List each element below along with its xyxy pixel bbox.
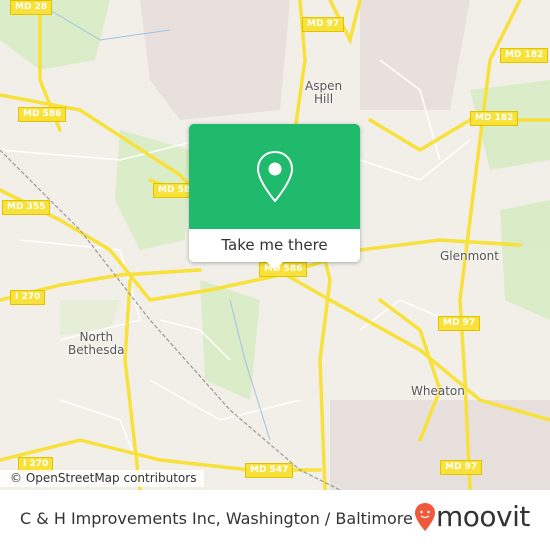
moovit-wordmark: moovit (436, 500, 530, 533)
road-label: MD 355 (2, 200, 51, 215)
road-label: MD 182 (500, 48, 549, 63)
take-me-there-button[interactable]: Take me there (189, 229, 360, 262)
map-pin-icon (256, 150, 293, 203)
place-label: Wheaton (411, 384, 465, 398)
road-label: MD 97 (440, 460, 483, 475)
road-label: MD 547 (245, 463, 294, 478)
footer: C & H Improvements Inc, Washington / Bal… (0, 490, 550, 550)
place-label: Aspen Hill (305, 79, 343, 106)
place-label: Glenmont (440, 249, 499, 263)
road-label: MD 97 (438, 316, 481, 331)
road-label: MD 182 (470, 111, 519, 126)
moovit-pin-icon (415, 503, 435, 531)
road-label: I 270 (10, 290, 46, 305)
road-label: MD 97 (302, 17, 345, 32)
take-me-there-popup[interactable]: Take me there (189, 124, 360, 270)
popup-pointer (267, 262, 283, 270)
road-label: MD 586 (18, 107, 67, 122)
place-label: North Bethesda (68, 330, 125, 357)
osm-attribution[interactable]: © OpenStreetMap contributors (0, 470, 205, 487)
moovit-logo: moovit (414, 502, 530, 532)
place-title: C & H Improvements Inc, Washington / Bal… (20, 509, 413, 528)
road-label: MD 28 (10, 0, 53, 15)
